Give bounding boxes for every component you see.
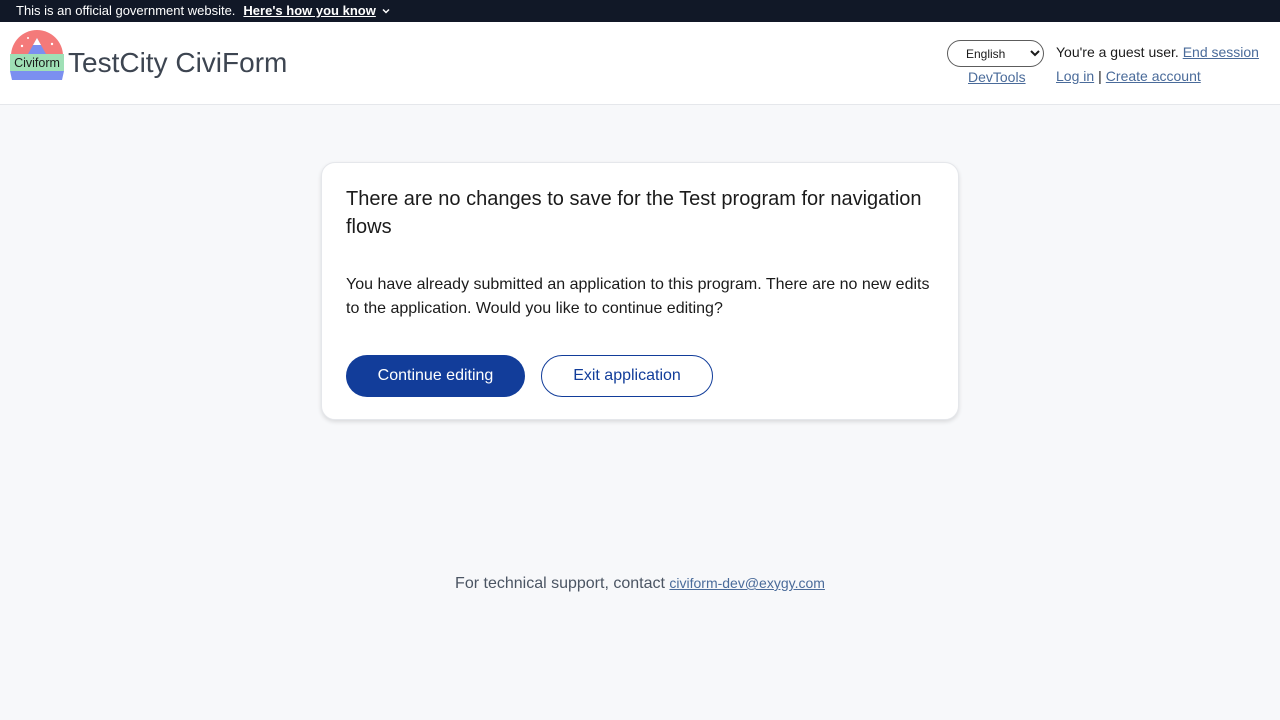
language-select[interactable]: English — [947, 40, 1044, 67]
end-session-link[interactable]: End session — [1183, 44, 1259, 60]
how-you-know-label: Here's how you know — [243, 3, 376, 18]
modal-title: There are no changes to save for the Tes… — [346, 188, 922, 238]
link-separator: | — [1098, 68, 1102, 84]
devtools-link[interactable]: DevTools — [968, 69, 1026, 85]
support-footer: For technical support, contact civiform-… — [0, 575, 1280, 593]
how-you-know-button[interactable]: Here's how you know — [243, 0, 390, 22]
support-email-link[interactable]: civiform-dev@exygy.com — [669, 575, 825, 591]
guest-status-text: You're a guest user. — [1056, 44, 1179, 60]
civiform-logo[interactable]: Civiform — [8, 30, 66, 82]
gov-banner: This is an official government website. … — [0, 0, 1280, 22]
chevron-down-icon — [382, 8, 390, 14]
no-changes-modal: There are no changes to save for the Tes… — [321, 162, 959, 420]
site-title[interactable]: TestCity CiviForm — [68, 46, 287, 80]
support-text: For technical support, contact — [455, 575, 665, 592]
login-link[interactable]: Log in — [1056, 68, 1094, 84]
account-area: You're a guest user. End session Log in |… — [1056, 43, 1259, 85]
official-site-text: This is an official government website. — [16, 3, 236, 18]
create-account-link[interactable]: Create account — [1106, 68, 1201, 84]
logo-text: Civiform — [14, 56, 60, 70]
exit-application-button[interactable]: Exit application — [541, 355, 713, 397]
site-header: Civiform TestCity CiviForm English DevTo… — [0, 22, 1280, 105]
modal-body: You have already submitted an applicatio… — [346, 276, 930, 317]
continue-editing-button[interactable]: Continue editing — [346, 355, 525, 397]
